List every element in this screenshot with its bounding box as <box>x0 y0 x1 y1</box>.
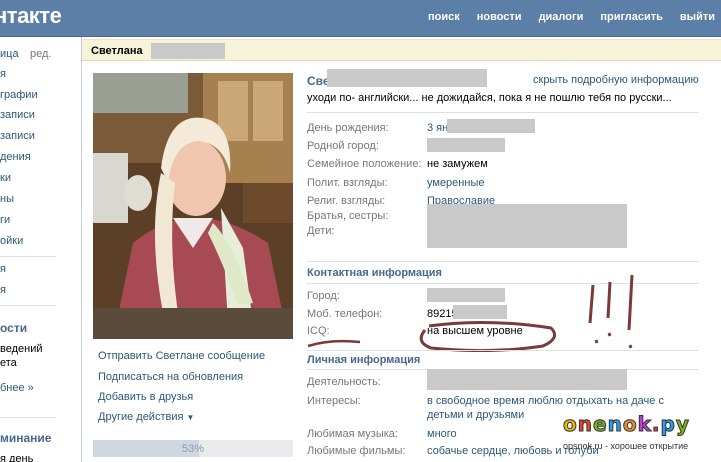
watermark: onenok.py opsnok.ru - хорошее открытие <box>559 412 721 462</box>
underline-annotation <box>307 339 361 348</box>
exclamation-mark-annotation <box>627 274 634 349</box>
watermark-logo: onenok.py <box>563 412 690 437</box>
hand-drawn-annotations <box>307 274 634 349</box>
exclamation-mark-annotation <box>606 281 612 337</box>
exclamation-mark-annotation <box>588 284 599 344</box>
watermark-logo-text: onenok.py <box>563 412 690 437</box>
watermark-tagline: opsnok.ru - хорошее открытие <box>563 441 689 451</box>
